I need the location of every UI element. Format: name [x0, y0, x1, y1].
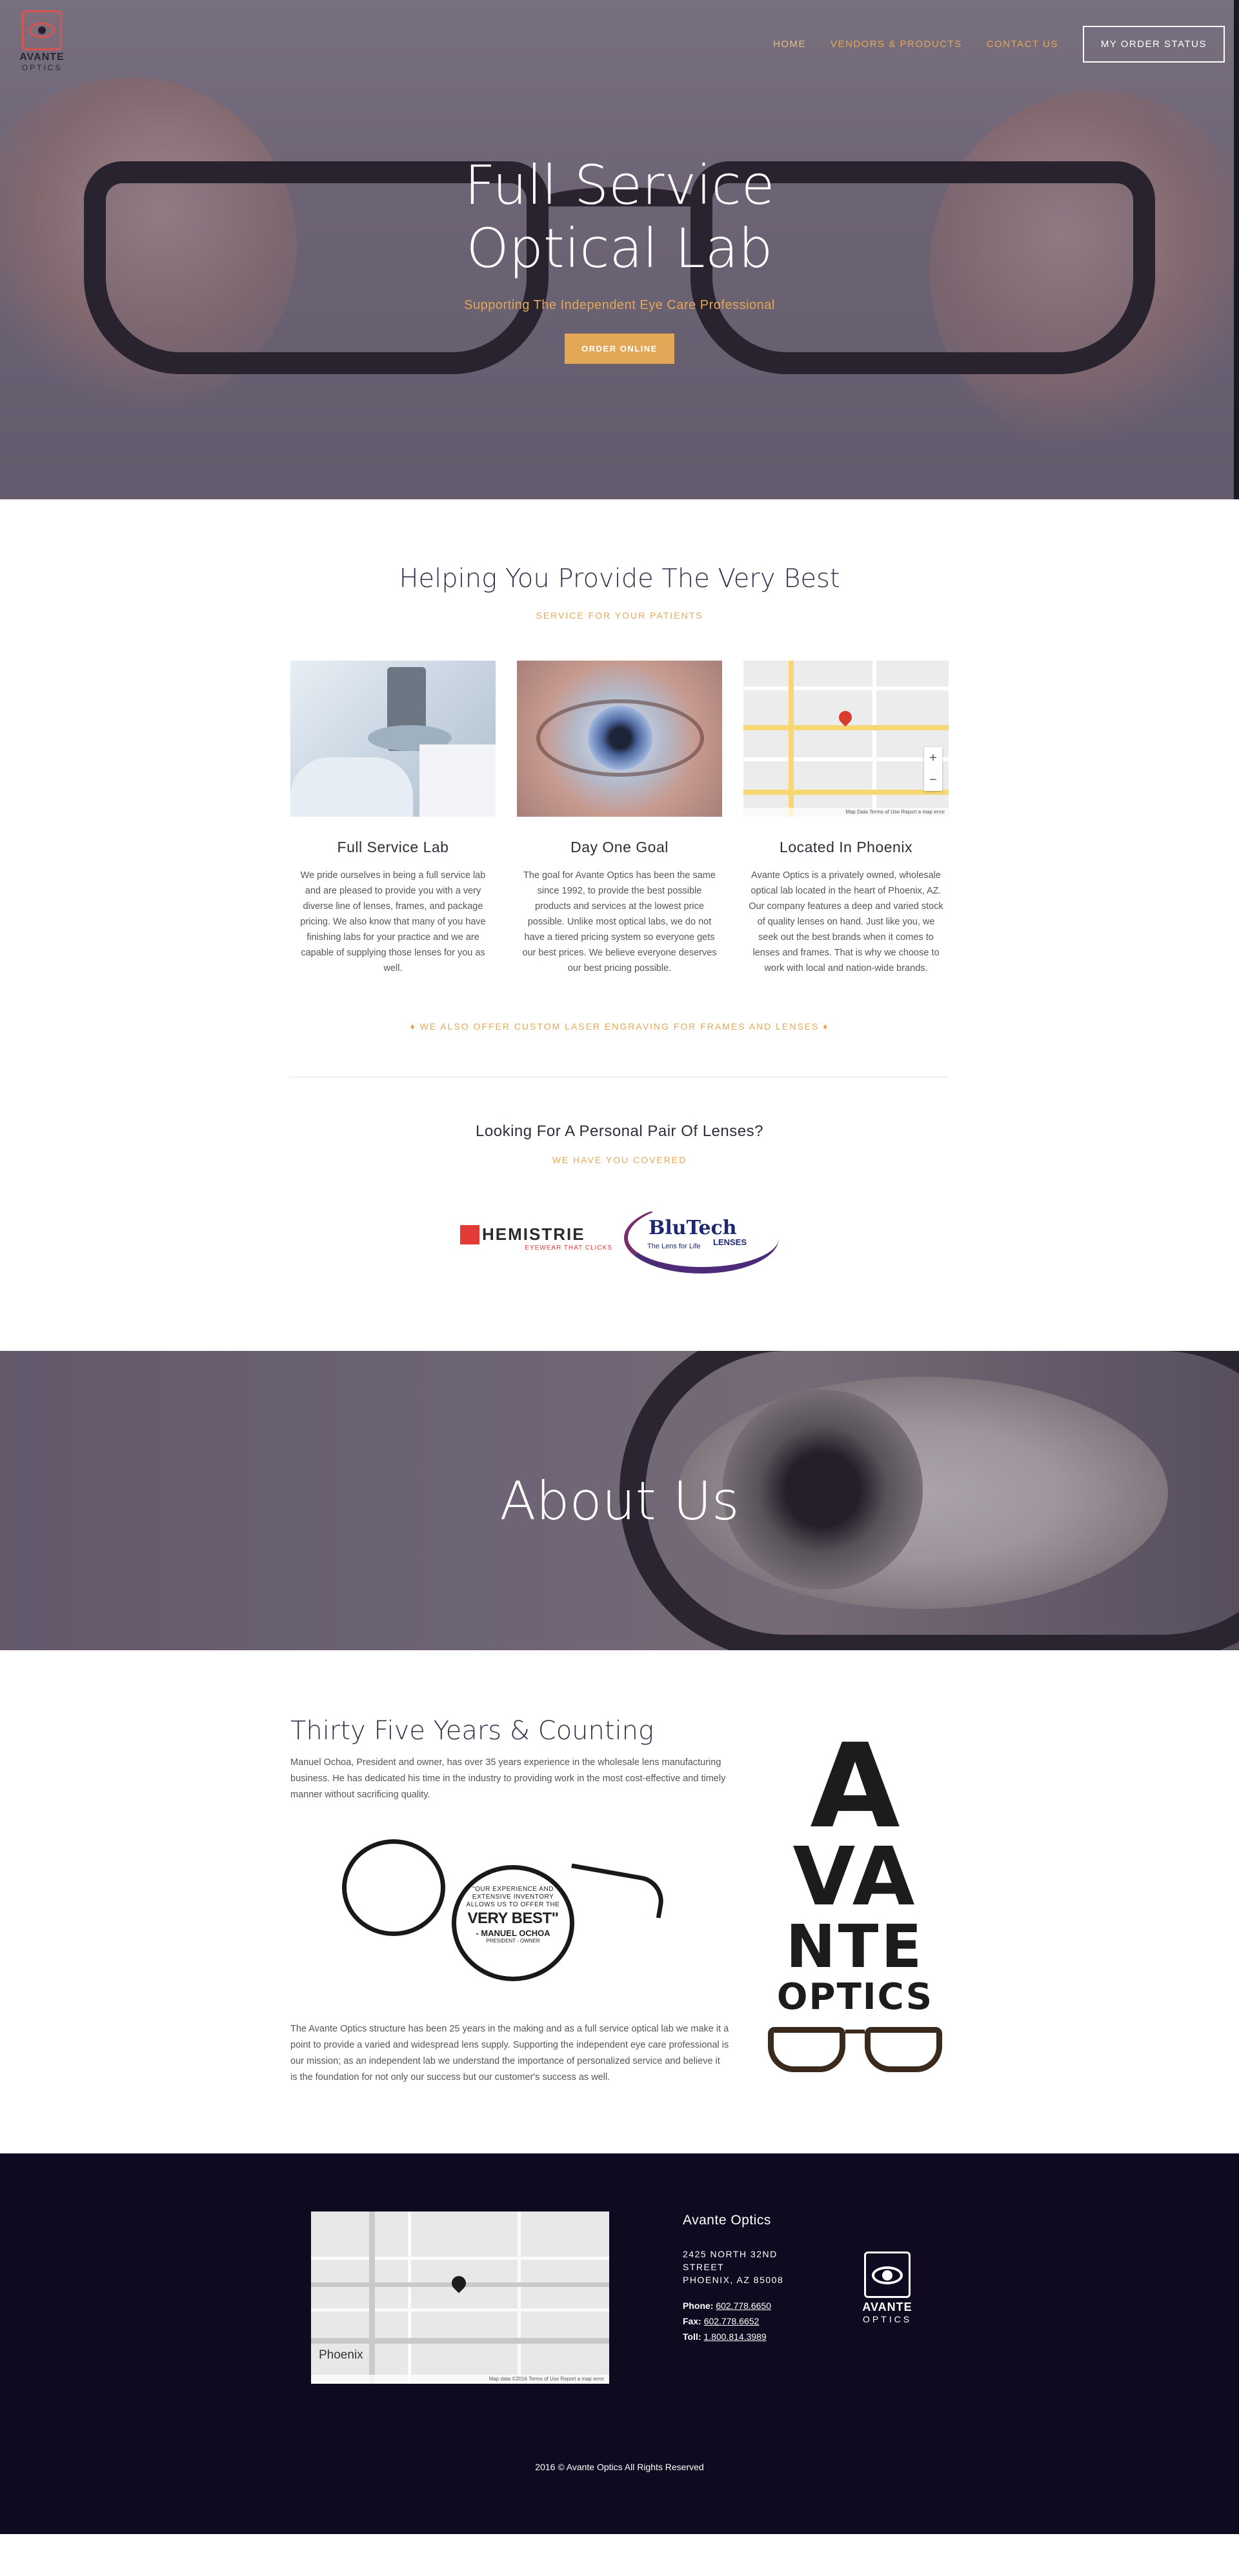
nav-item-contact-us[interactable]: CONTACT US [987, 39, 1058, 50]
logo-text-avante: AVANTE [19, 52, 65, 63]
location-map[interactable]: + − Map Data Terms of Use Report a map e… [743, 661, 949, 817]
chemistrie-c-icon [460, 1224, 479, 1244]
blutech-logo[interactable]: BluTech LENSES The Lens for Life [624, 1203, 779, 1273]
about-banner-title: About Us [499, 1471, 740, 1532]
toll-link[interactable]: 1.800.814.3989 [703, 2331, 766, 2342]
card-day-one-goal: Day One Goal The goal for Avante Optics … [517, 661, 722, 976]
nav-item-home[interactable]: HOME [773, 39, 806, 50]
footer-address: 2425 NORTH 32ND STREET PHOENIX, AZ 85008 [683, 2249, 784, 2285]
card-full-service-lab: Full Service Lab We pride ourselves in b… [290, 661, 496, 976]
services-title: Helping You Provide The Very Best [399, 564, 840, 594]
eye-logo-icon [864, 2252, 911, 2298]
quote-glasses-image: "OUR EXPERIENCE AND EXTENSIVE INVENTORY … [336, 1813, 684, 2007]
zoom-out-button[interactable]: − [924, 769, 942, 791]
about-paragraph-2: The Avante Optics structure has been 25 … [290, 2024, 729, 2082]
copyright: 2016 © Avante Optics All Rights Reserved [535, 2462, 704, 2472]
card-located-in-phoenix: + − Map Data Terms of Use Report a map e… [743, 661, 949, 976]
service-cards: Full Service Lab We pride ourselves in b… [290, 661, 949, 976]
footer-logo: AVANTE OPTICS [852, 2252, 923, 2324]
lab-photo [290, 661, 496, 817]
avante-optics-big-logo: A VA NTE OPTICS [761, 1716, 949, 2086]
engraving-note: ♦ WE ALSO OFFER CUSTOM LASER ENGRAVING F… [410, 1021, 829, 1032]
hero-content: Full Service Optical Lab Supporting The … [0, 154, 1239, 364]
footer-map[interactable]: Phoenix Map data ©2016 Terms of Use Repo… [311, 2212, 609, 2384]
fax-link[interactable]: 602.778.6652 [704, 2316, 760, 2326]
map-zoom-control: + − [924, 747, 942, 791]
services-kicker: SERVICE FOR YOUR PATIENTS [536, 610, 703, 621]
hero-title-line1: Full Service [464, 154, 775, 217]
hero-title-line2: Optical Lab [466, 217, 773, 280]
lenses-kicker: WE HAVE YOU COVERED [552, 1155, 687, 1165]
site-logo[interactable]: AVANTE OPTICS [13, 10, 71, 72]
founder-quote: "OUR EXPERIENCE AND EXTENSIVE INVENTORY … [466, 1886, 560, 1944]
about-title: Thirty Five Years & Counting [290, 1716, 654, 1746]
main-nav: HOME VENDORS & PRODUCTS CONTACT US MY OR… [773, 26, 1225, 63]
card-body: Avante Optics is a privately owned, whol… [749, 870, 943, 973]
zoom-in-button[interactable]: + [924, 747, 942, 769]
logo-text-optics: OPTICS [21, 63, 63, 72]
eye-logo-icon [22, 10, 62, 50]
map-pin-icon[interactable] [448, 2273, 469, 2293]
about-text-column: Thirty Five Years & Counting Manuel Ocho… [290, 1716, 729, 2086]
footer-fax: Fax: 602.778.6652 [683, 2316, 760, 2326]
card-title: Full Service Lab [337, 839, 449, 855]
footer-contact-info: Avante Optics 2425 NORTH 32ND STREET PHO… [683, 2213, 783, 2344]
footer-company-name: Avante Optics [683, 2213, 771, 2228]
map-attribution: Map Data Terms of Use Report a map error [743, 808, 949, 817]
services-section: Helping You Provide The Very Best SERVIC… [0, 499, 1239, 1351]
glasses-icon [768, 2023, 942, 2073]
card-body: The goal for Avante Optics has been the … [522, 870, 717, 973]
chemistrie-logo[interactable]: HEMISTRIE EYEWEAR THAT CLICKS [460, 1224, 615, 1252]
brand-logos: HEMISTRIE EYEWEAR THAT CLICKS BluTech LE… [0, 1203, 1239, 1273]
hero-subtitle: Supporting The Independent Eye Care Prof… [464, 298, 775, 312]
about-section: Thirty Five Years & Counting Manuel Ocho… [290, 1650, 949, 2153]
nav-item-vendors-products[interactable]: VENDORS & PRODUCTS [831, 39, 962, 50]
my-order-status-button[interactable]: MY ORDER STATUS [1082, 26, 1225, 63]
footer-toll: Toll: 1.800.814.3989 [683, 2331, 767, 2342]
about-paragraph-1: Manuel Ochoa, President and owner, has o… [290, 1757, 726, 1800]
card-body: We pride ourselves in being a full servi… [300, 870, 486, 973]
order-online-button[interactable]: ORDER ONLINE [565, 334, 674, 364]
phone-link[interactable]: 602.778.6650 [716, 2301, 771, 2311]
card-title: Day One Goal [570, 839, 669, 855]
footer: Phoenix Map data ©2016 Terms of Use Repo… [0, 2153, 1239, 2534]
hero-section: AVANTE OPTICS HOME VENDORS & PRODUCTS CO… [0, 0, 1239, 499]
map-attribution: Map data ©2016 Terms of Use Report a map… [311, 2375, 609, 2384]
card-title: Located In Phoenix [780, 839, 912, 855]
about-banner: About Us [0, 1351, 1239, 1650]
lenses-title: Looking For A Personal Pair Of Lenses? [476, 1123, 763, 1140]
footer-phone: Phone: 602.778.6650 [683, 2301, 771, 2311]
eye-photo [517, 661, 722, 817]
map-pin-icon[interactable] [836, 708, 855, 727]
map-city-label: Phoenix [319, 2348, 363, 2362]
